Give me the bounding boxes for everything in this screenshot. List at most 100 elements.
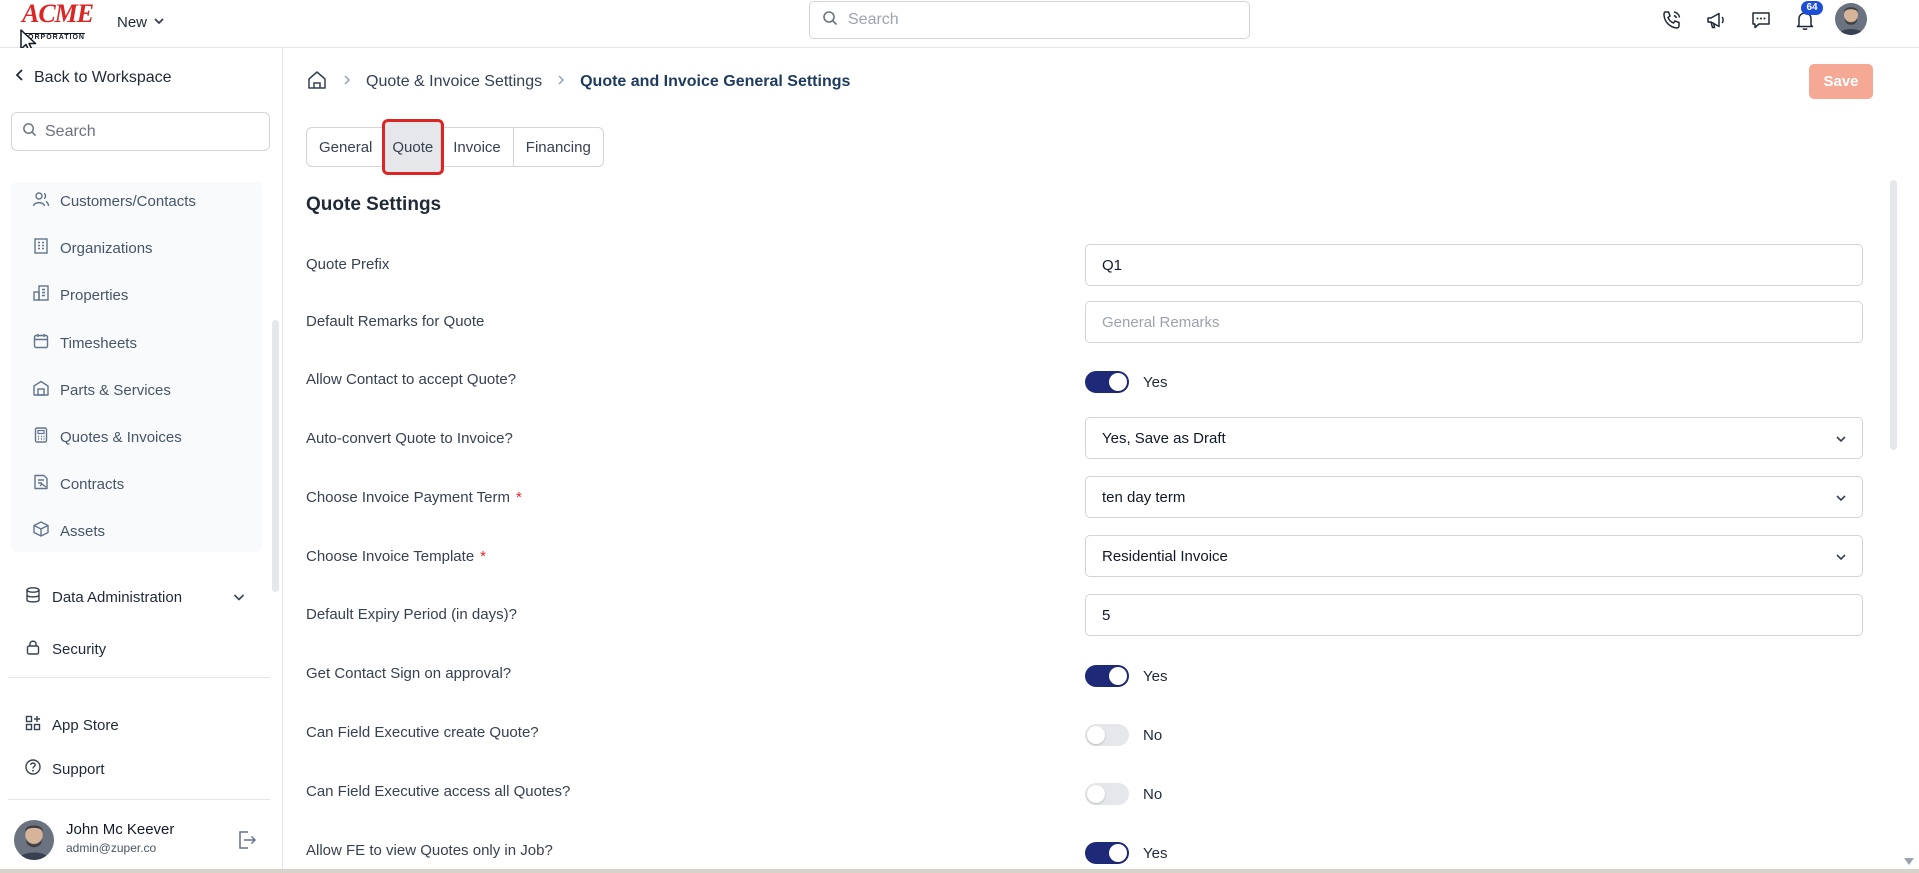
sidebar-item-data-administration[interactable]: Data Administration — [24, 585, 250, 609]
main-scrollbar[interactable] — [1890, 180, 1897, 450]
avatar[interactable] — [14, 820, 54, 860]
back-to-workspace-link[interactable]: Back to Workspace — [14, 68, 172, 87]
field-value: 5 — [1102, 606, 1111, 624]
save-button[interactable]: Save — [1809, 64, 1873, 99]
sidebar-item-contracts[interactable]: Contracts — [32, 472, 124, 496]
fe-access-all-toggle[interactable]: No — [1085, 782, 1162, 806]
toggle-switch[interactable] — [1085, 783, 1129, 805]
select-value: Residential Invoice — [1102, 547, 1228, 565]
toggle-state: Yes — [1143, 667, 1168, 685]
payment-term-label: Choose Invoice Payment Term * — [306, 489, 522, 506]
tab-general[interactable]: General — [307, 128, 386, 166]
calculator-icon — [32, 426, 50, 448]
sidebar-item-label: Quotes & Invoices — [60, 428, 182, 446]
toggle-switch[interactable] — [1085, 665, 1129, 687]
breadcrumb-current: Quote and Invoice General Settings — [580, 73, 851, 90]
back-label: Back to Workspace — [34, 68, 172, 86]
sidebar-item-label: Customers/Contacts — [60, 192, 196, 210]
invoice-template-select[interactable]: Residential Invoice — [1085, 535, 1863, 577]
allow-accept-toggle[interactable]: Yes — [1085, 370, 1167, 394]
sidebar-item-assets[interactable]: Assets — [32, 519, 105, 543]
setting-label: Choose Invoice Template — [306, 548, 475, 565]
auto-convert-select[interactable]: Yes, Save as Draft — [1085, 417, 1863, 459]
user-name: John Mc Keever — [66, 821, 175, 838]
sidebar-item-label: Timesheets — [60, 334, 137, 352]
sidebar-item-app-store[interactable]: App Store — [24, 713, 119, 737]
home-icon[interactable] — [306, 69, 328, 96]
chevron-right-icon — [342, 73, 352, 91]
field-placeholder: General Remarks — [1102, 313, 1220, 331]
sidebar-item-customers[interactable]: Customers/Contacts — [32, 189, 196, 213]
warehouse-icon — [32, 379, 50, 401]
sidebar-item-security[interactable]: Security — [24, 637, 106, 661]
chevron-down-icon — [1834, 550, 1848, 568]
fe-create-label: Can Field Executive create Quote? — [306, 724, 539, 741]
avatar[interactable] — [1835, 3, 1867, 35]
sidebar-item-label: App Store — [52, 716, 119, 734]
notification-badge: 64 — [1801, 1, 1823, 15]
sidebar-divider — [8, 799, 270, 800]
main-content: Quote & Invoice Settings Quote and Invoi… — [284, 48, 1919, 873]
logout-icon[interactable] — [236, 829, 258, 855]
chevron-left-icon — [14, 68, 26, 87]
fe-view-job-label: Allow FE to view Quotes only in Job? — [306, 842, 553, 859]
tab-financing[interactable]: Financing — [514, 128, 603, 166]
sidebar-item-label: Contracts — [60, 475, 125, 493]
breadcrumb: Quote & Invoice Settings Quote and Invoi… — [306, 70, 850, 94]
setting-label: Allow FE to view Quotes only in Job? — [306, 842, 553, 859]
box-icon — [32, 520, 50, 542]
payment-term-select[interactable]: ten day term — [1085, 476, 1863, 518]
section-title: Quote Settings — [306, 194, 442, 215]
toggle-state: No — [1143, 785, 1163, 803]
sidebar-search[interactable] — [11, 112, 270, 151]
logo-text: ACME — [22, 0, 94, 28]
default-remarks-input[interactable]: General Remarks — [1085, 301, 1863, 343]
contact-sign-label: Get Contact Sign on approval? — [306, 665, 511, 682]
fe-create-toggle[interactable]: No — [1085, 723, 1162, 747]
sidebar-item-support[interactable]: Support — [24, 757, 105, 781]
top-bar: ACME CORPORATION New 64 — [0, 0, 1919, 48]
global-search[interactable] — [809, 1, 1250, 39]
contact-sign-toggle[interactable]: Yes — [1085, 664, 1167, 688]
new-label: New — [117, 13, 148, 31]
auto-convert-label: Auto-convert Quote to Invoice? — [306, 430, 513, 447]
breadcrumb-parent[interactable]: Quote & Invoice Settings — [366, 73, 542, 91]
required-asterisk: * — [480, 548, 487, 565]
expiry-period-input[interactable]: 5 — [1085, 594, 1863, 636]
fe-access-all-label: Can Field Executive access all Quotes? — [306, 783, 570, 800]
fe-view-job-toggle[interactable]: Yes — [1085, 841, 1167, 865]
expiry-period-label: Default Expiry Period (in days)? — [306, 606, 517, 623]
sidebar-scrollbar[interactable] — [272, 320, 279, 592]
contract-icon — [32, 473, 50, 495]
building-icon — [32, 237, 50, 259]
sidebar-item-label: Data Administration — [52, 588, 183, 606]
toggle-knob — [1087, 726, 1105, 744]
sidebar-item-label: Assets — [60, 522, 106, 540]
sidebar-item-timesheets[interactable]: Timesheets — [32, 331, 137, 355]
toggle-state: No — [1143, 726, 1163, 744]
sidebar: Back to Workspace Customers/Contacts Org… — [0, 48, 283, 873]
setting-label: Allow Contact to accept Quote? — [306, 371, 517, 388]
sidebar-item-organizations[interactable]: Organizations — [32, 236, 153, 260]
toggle-switch[interactable] — [1085, 842, 1129, 864]
sidebar-item-label: Parts & Services — [60, 381, 171, 399]
global-search-input[interactable] — [848, 11, 1228, 29]
sidebar-item-label: Security — [52, 640, 107, 658]
sidebar-item-properties[interactable]: Properties — [32, 283, 128, 307]
required-asterisk: * — [516, 489, 522, 506]
quote-prefix-input[interactable]: Q1 — [1085, 244, 1863, 286]
toggle-knob — [1109, 667, 1127, 685]
search-icon — [22, 122, 37, 141]
new-dropdown-button[interactable]: New — [117, 10, 165, 34]
megaphone-icon[interactable] — [1703, 7, 1729, 33]
chat-icon[interactable] — [1748, 7, 1774, 33]
phone-icon[interactable] — [1659, 7, 1685, 33]
toggle-switch[interactable] — [1085, 371, 1129, 393]
toggle-switch[interactable] — [1085, 724, 1129, 746]
sidebar-item-parts-services[interactable]: Parts & Services — [32, 378, 171, 402]
tab-invoice[interactable]: Invoice — [441, 128, 514, 166]
sidebar-search-input[interactable] — [45, 122, 255, 141]
toggle-knob — [1109, 373, 1127, 391]
sidebar-item-quotes-invoices[interactable]: Quotes & Invoices — [32, 425, 182, 449]
tab-quote[interactable]: Quote — [382, 119, 445, 175]
